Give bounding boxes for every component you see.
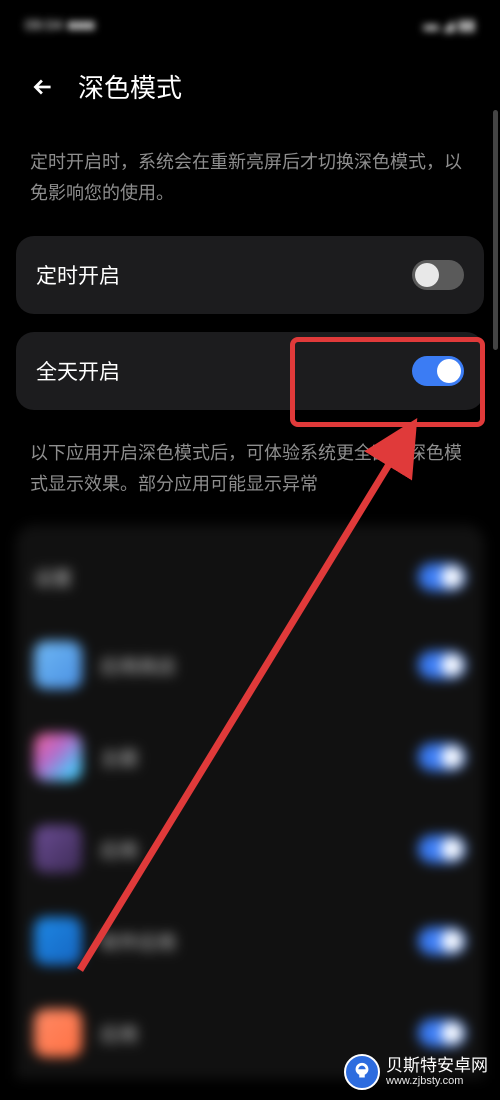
app-row[interactable]: 主题 bbox=[16, 711, 484, 803]
header: 深色模式 bbox=[0, 50, 500, 125]
watermark: 贝斯特安卓网 www.zjbsty.com bbox=[344, 1054, 488, 1090]
app-icon bbox=[34, 1009, 82, 1057]
toggle-app[interactable] bbox=[418, 743, 466, 771]
description-apps: 以下应用开启深色模式后，可体验系统更全面的深色模式显示效果。部分应用可能显示异常 bbox=[0, 428, 500, 525]
toggle-app[interactable] bbox=[418, 1019, 466, 1047]
app-name: 主题 bbox=[100, 744, 400, 771]
app-name: 应用 bbox=[100, 1020, 400, 1047]
setting-scheduled[interactable]: 定时开启 bbox=[16, 236, 484, 314]
description-scheduling: 定时开启时，系统会在重新亮屏后才切换深色模式，以免影响您的使用。 bbox=[0, 125, 500, 236]
setting-always-on[interactable]: 全天开启 bbox=[16, 332, 484, 410]
app-row[interactable]: 应用商店 bbox=[16, 619, 484, 711]
app-name: 软件应用 bbox=[100, 928, 400, 955]
app-icon bbox=[34, 917, 82, 965]
app-row[interactable]: 设置 bbox=[16, 535, 484, 619]
watermark-text: 贝斯特安卓网 www.zjbsty.com bbox=[386, 1057, 488, 1088]
app-row[interactable]: 应用 bbox=[16, 803, 484, 895]
app-icon bbox=[34, 641, 82, 689]
toggle-app[interactable] bbox=[418, 651, 466, 679]
app-list: 设置 应用商店 主题 应用 软件应用 应用 bbox=[16, 525, 484, 1079]
app-name: 设置 bbox=[34, 564, 400, 591]
scrollbar[interactable] bbox=[493, 110, 498, 350]
app-icon bbox=[34, 733, 82, 781]
app-name: 应用商店 bbox=[100, 652, 400, 679]
toggle-app[interactable] bbox=[418, 563, 466, 591]
app-name: 应用 bbox=[100, 836, 400, 863]
status-bar: 09:04■■■ ▬ ◢ ▮▮ bbox=[0, 0, 500, 50]
status-icons: ▬ ◢ ▮▮ bbox=[424, 16, 475, 34]
toggle-app[interactable] bbox=[418, 927, 466, 955]
toggle-always-on[interactable] bbox=[412, 356, 464, 386]
setting-always-on-label: 全天开启 bbox=[36, 356, 120, 386]
app-icon bbox=[34, 825, 82, 873]
back-icon[interactable] bbox=[30, 74, 56, 100]
setting-scheduled-label: 定时开启 bbox=[36, 260, 120, 290]
toggle-scheduled[interactable] bbox=[412, 260, 464, 290]
page-title: 深色模式 bbox=[78, 68, 182, 105]
status-time: 09:04■■■ bbox=[25, 17, 95, 34]
watermark-icon bbox=[344, 1054, 380, 1090]
toggle-app[interactable] bbox=[418, 835, 466, 863]
app-row[interactable]: 软件应用 bbox=[16, 895, 484, 987]
